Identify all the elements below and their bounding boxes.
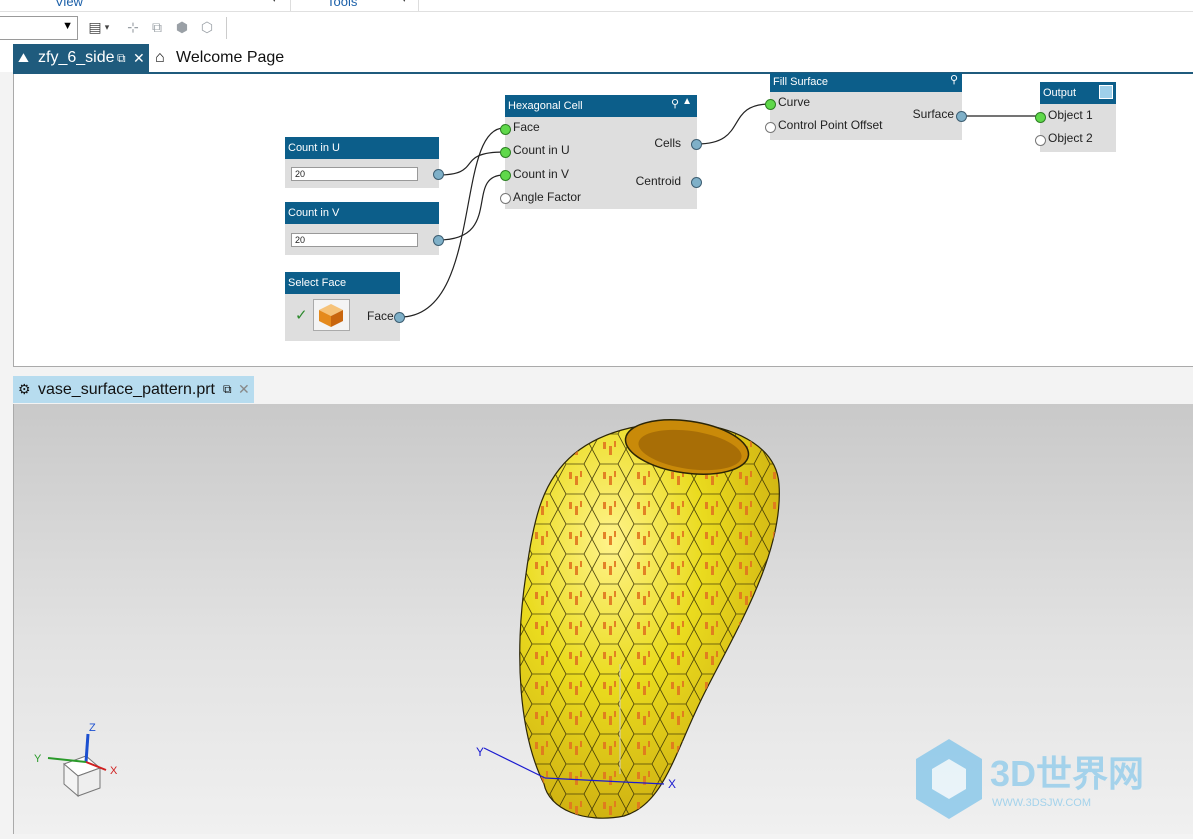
axis-y-label: Y <box>34 753 42 765</box>
face-cube-icon <box>319 304 343 327</box>
port-label: Object 1 <box>1048 108 1093 122</box>
tab-label: vase_surface_pattern.prt <box>38 381 215 398</box>
search-icon[interactable]: ⚲ <box>671 97 679 110</box>
pin-icon[interactable]: ⧉ <box>117 44 126 72</box>
watermark-subtext: WWW.3DSJW.COM <box>992 797 1091 809</box>
close-icon[interactable]: ✕ <box>238 376 250 403</box>
node-title: Fill Surface <box>770 73 962 92</box>
wire-count-u <box>437 151 505 176</box>
node-title: Select Face <box>285 272 400 294</box>
tab-part-file[interactable]: ⚙ vase_surface_pattern.prt ⧉ ✕ <box>13 376 254 403</box>
cube-small-icon[interactable]: ⬡ <box>198 18 216 36</box>
chevron-down-icon[interactable]: ▾ <box>102 18 112 36</box>
graph-icon: ⛰ <box>18 50 29 65</box>
part-file-icon: ⚙ <box>18 381 31 397</box>
node-count-in-v[interactable]: Count in V 20 <box>285 202 444 255</box>
snap-icon[interactable]: ⊹ <box>124 18 142 36</box>
toolbar: ▼ ▤ ▾ ⊹ ⧉ ⬢ ⬡ <box>0 12 1193 45</box>
input-port[interactable] <box>500 193 511 204</box>
node-title: Hexagonal Cell <box>505 95 697 117</box>
node-hexagonal-cell[interactable]: Hexagonal Cell ⚲ ▲ Face Count in U Count… <box>500 95 702 209</box>
output-port[interactable] <box>691 139 702 150</box>
check-icon: ✓ <box>295 307 308 324</box>
filter-combobox[interactable]: ▼ <box>0 16 78 40</box>
input-port[interactable] <box>500 124 511 135</box>
port-label: Centroid <box>635 174 681 188</box>
input-port[interactable] <box>765 99 776 110</box>
menu-view[interactable]: View <box>55 0 83 9</box>
graphics-viewport[interactable]: Y X Z Y X 3D世界网 WWW.3DSJW.COM <box>13 404 1193 834</box>
node-fill-surface[interactable]: Fill Surface ⚲ Curve Control Point Offse… <box>765 73 967 140</box>
port-label: Face <box>513 120 540 134</box>
select-face-button[interactable] <box>313 299 350 331</box>
watermark-logo: 3D世界网 WWW.3DSJW.COM <box>916 739 1144 819</box>
node-title: Count in V <box>285 202 439 224</box>
node-title: Count in U <box>285 137 439 159</box>
input-port[interactable] <box>1035 112 1046 123</box>
node-select-face[interactable]: Select Face ✓ Face <box>285 272 405 341</box>
editor-tab-strip: ⛰ zfy_6_side ⧉ ✕ ⌂ Welcome Page <box>0 44 1193 72</box>
tab-zfy-6-side[interactable]: ⛰ zfy_6_side ⧉ ✕ <box>13 44 149 72</box>
axis-x-label: X <box>110 765 118 777</box>
output-port[interactable] <box>433 235 444 246</box>
pin-icon[interactable]: ⧉ <box>223 376 232 403</box>
preview-icon[interactable] <box>1099 85 1113 99</box>
count-v-field[interactable]: 20 <box>291 233 418 247</box>
home-icon: ⌂ <box>155 49 165 66</box>
view-triad: Z Y X <box>34 722 118 798</box>
input-port[interactable] <box>765 122 776 133</box>
toolbar-separator <box>226 17 227 39</box>
menu-view-dropdown-icon[interactable]: ▾ <box>272 0 277 5</box>
close-icon[interactable]: ✕ <box>133 44 145 72</box>
port-label: Curve <box>778 95 811 109</box>
axis-z-label: Z <box>89 722 96 734</box>
node-output[interactable]: Output Object 1 Object 2 <box>1035 82 1116 152</box>
base-axis-x: X <box>668 777 676 791</box>
node-count-in-u[interactable]: Count in U 20 <box>285 137 444 188</box>
port-label: Angle Factor <box>513 190 582 204</box>
port-label: Count in U <box>513 143 570 157</box>
port-label: Control Point Offset <box>778 118 883 132</box>
output-port[interactable] <box>956 111 967 122</box>
menu-tools-dropdown-icon[interactable]: ▾ <box>402 0 407 5</box>
menu-separator <box>418 0 419 11</box>
input-port[interactable] <box>500 170 511 181</box>
tab-label: Welcome Page <box>176 49 285 66</box>
base-axis-y: Y <box>476 745 484 759</box>
wire-cells <box>696 103 771 145</box>
input-port[interactable] <box>500 147 511 158</box>
hex-pattern <box>519 422 780 819</box>
port-label: Count in V <box>513 167 570 181</box>
input-port[interactable] <box>1035 135 1046 146</box>
output-port[interactable] <box>433 169 444 180</box>
menu-bar: View ▾ Tools ▾ <box>0 0 1193 12</box>
count-u-field[interactable]: 20 <box>291 167 418 181</box>
cube-icon[interactable]: ⬢ <box>173 18 191 36</box>
tab-label: zfy_6_side <box>38 49 115 66</box>
output-port[interactable] <box>394 312 405 323</box>
vase-model: Y X Z Y X 3D世界网 WWW.3DSJW.COM <box>34 419 1144 819</box>
port-label: Object 2 <box>1048 131 1093 145</box>
node-editor-canvas[interactable]: Count in U 20 Count in V 20 Select Face … <box>13 73 1193 367</box>
search-icon[interactable]: ⚲ <box>950 73 958 86</box>
collapse-icon[interactable]: ▲ <box>682 96 692 107</box>
port-label: Face <box>367 309 394 323</box>
output-port[interactable] <box>691 177 702 188</box>
menu-separator <box>290 0 291 11</box>
wire-count-v <box>437 174 505 241</box>
tab-welcome-page[interactable]: ⌂ Welcome Page <box>152 44 302 72</box>
chevron-down-icon[interactable]: ▼ <box>62 20 73 32</box>
watermark-text: 3D世界网 <box>990 753 1144 794</box>
node-icon[interactable]: ⧉ <box>148 18 166 36</box>
menu-tools[interactable]: Tools <box>327 0 357 9</box>
port-label: Cells <box>654 136 681 150</box>
port-label: Surface <box>912 107 954 121</box>
